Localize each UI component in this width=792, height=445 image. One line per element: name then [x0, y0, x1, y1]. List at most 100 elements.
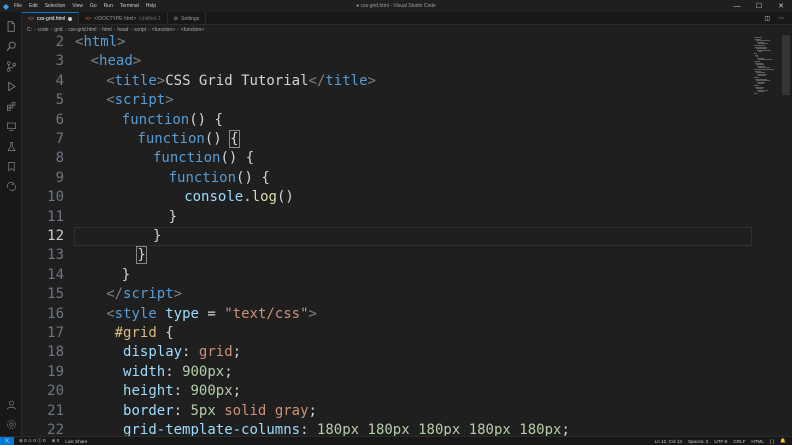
code-editor[interactable]: 2 <html> 3 <head> 4 <title>CSS Grid Tutorial<… [22, 35, 792, 436]
close-icon[interactable]: ✕ [770, 0, 792, 12]
code-token: function [153, 150, 221, 167]
bookmarks-icon[interactable] [0, 156, 22, 176]
code-line[interactable]: 3 <head> [22, 52, 762, 71]
html-file-icon: <> [85, 15, 92, 22]
testing-icon[interactable] [0, 136, 22, 156]
menu-bar: File Edit Selection View Go Run Terminal Help [14, 3, 156, 9]
code-token: < [106, 92, 115, 109]
chevron-right-icon: › [148, 27, 150, 33]
code-line[interactable]: 13} [22, 246, 762, 265]
code-line[interactable]: 5 <script> [22, 91, 762, 110]
code-line[interactable]: 20 height: 900px; [22, 382, 762, 401]
run-debug-icon[interactable] [0, 76, 22, 96]
code-token: solid [224, 402, 267, 419]
breadcrumb-item[interactable]: script [134, 27, 146, 33]
split-editor-icon[interactable]: ◫ [764, 15, 770, 22]
breadcrumb-item[interactable]: code [38, 27, 49, 33]
code-text: } [122, 266, 130, 285]
breadcrumb-item[interactable]: head [117, 27, 128, 33]
code-line[interactable]: 2 <html> [22, 35, 762, 52]
code-text: height: 900px; [106, 382, 241, 401]
maximize-icon[interactable]: ☐ [748, 0, 770, 12]
code-token: #grid [106, 325, 157, 341]
extensions-icon[interactable] [0, 96, 22, 116]
code-line[interactable]: 15 </script> [22, 285, 762, 304]
code-line[interactable]: 19 width: 900px; [22, 363, 762, 382]
menu-item-selection[interactable]: Selection [45, 3, 66, 9]
code-line[interactable]: 8 function() { [22, 149, 762, 168]
code-token: console [184, 189, 244, 206]
live-share-icon[interactable] [0, 176, 22, 196]
menu-item-help[interactable]: Help [146, 3, 156, 9]
code-line[interactable]: 18 display: grid; [22, 343, 762, 362]
status-item[interactable]: HTML [751, 439, 764, 444]
code-token: gray [274, 402, 309, 419]
code-token: } [153, 228, 162, 244]
code-line[interactable]: 17 #grid { [22, 324, 762, 343]
code-line[interactable]: 6 function() { [22, 111, 762, 130]
code-token: ; [232, 383, 242, 400]
breadcrumb-item[interactable]: <function> [152, 27, 175, 33]
breadcrumb-item[interactable]: css-grid.html [68, 27, 96, 33]
menu-item-view[interactable]: View [72, 3, 83, 9]
code-line[interactable]: 7 function() { [22, 130, 762, 149]
gear-icon: ⚙ [173, 15, 179, 22]
status-item[interactable]: CRLF [733, 439, 745, 444]
line-number: 20 [47, 383, 64, 400]
remote-indicator-icon[interactable]: ⟩⟨ [0, 436, 14, 445]
code-token: () [204, 131, 231, 147]
menu-item-go[interactable]: Go [90, 3, 97, 9]
breadcrumb-item[interactable]: <function> [181, 27, 204, 33]
manage-icon[interactable] [0, 414, 22, 434]
code-line[interactable]: 9 function() { [22, 169, 762, 188]
code-line[interactable]: 16 <style type = "text/css"> [22, 305, 762, 324]
code-token: : [182, 344, 199, 361]
remote-explorer-icon[interactable] [0, 116, 22, 136]
code-line[interactable]: 21 border: 5px solid gray; [22, 402, 762, 421]
more-actions-icon[interactable]: ⋯ [778, 15, 784, 22]
code-text: <style type = "text/css"> [106, 305, 317, 324]
menu-item-terminal[interactable]: Terminal [120, 3, 139, 9]
editor-actions: ◫ ⋯ [764, 12, 792, 24]
editor-tabs: <> css-grid.html <> <!DOCTYPE html> Unti… [22, 12, 792, 25]
code-line[interactable]: 4 <title>CSS Grid Tutorial</title> [22, 72, 762, 91]
breadcrumb-item[interactable]: html [102, 27, 111, 33]
explorer-icon[interactable] [0, 16, 22, 36]
scrollbar-thumb[interactable] [782, 35, 790, 95]
source-control-icon[interactable] [0, 56, 22, 76]
minimize-icon[interactable]: — [726, 0, 748, 12]
code-line[interactable]: 22 grid-template-columns: 180px 180px 18… [22, 421, 762, 436]
code-token: > [156, 72, 166, 89]
line-number: 9 [55, 169, 64, 186]
status-item[interactable]: { } [770, 439, 774, 444]
tab-settings[interactable]: ⚙ Settings [168, 12, 207, 25]
code-token: () { [189, 111, 223, 128]
status-item[interactable]: ⊗ 0 ⚠ 0 ⓘ 0 [19, 438, 46, 444]
code-line[interactable]: 14} [22, 266, 762, 285]
code-line[interactable]: 12} [22, 227, 762, 246]
accounts-icon[interactable] [0, 394, 22, 414]
menu-item-file[interactable]: File [14, 3, 22, 9]
status-item[interactable]: Ln 12, Col 13 [655, 439, 682, 444]
tab-untitled-1[interactable]: <> <!DOCTYPE html> Untitled-1 [79, 12, 168, 25]
breadcrumb-item[interactable]: C: [27, 27, 32, 33]
status-item[interactable]: UTF-8 [714, 439, 727, 444]
modified-dot-icon[interactable] [68, 17, 73, 21]
code-token: title [325, 72, 368, 89]
status-item[interactable]: ⊗ 0 [52, 438, 60, 444]
code-line[interactable]: 10 console.log() [22, 188, 762, 207]
status-item[interactable]: 🔔 [780, 438, 786, 444]
status-item[interactable]: Spaces: 2 [688, 439, 708, 444]
code-line[interactable]: 11} [22, 208, 762, 227]
line-number: 8 [55, 150, 64, 167]
tab-css-grid-html[interactable]: <> css-grid.html [22, 12, 80, 25]
breadcrumb-item[interactable]: grid [54, 27, 62, 33]
code-token: function [137, 131, 205, 147]
menu-item-run[interactable]: Run [104, 3, 113, 9]
search-icon[interactable] [0, 36, 22, 56]
menu-item-edit[interactable]: Edit [29, 3, 38, 9]
code-text: } [169, 208, 177, 227]
status-item[interactable]: Live Share [65, 439, 87, 444]
